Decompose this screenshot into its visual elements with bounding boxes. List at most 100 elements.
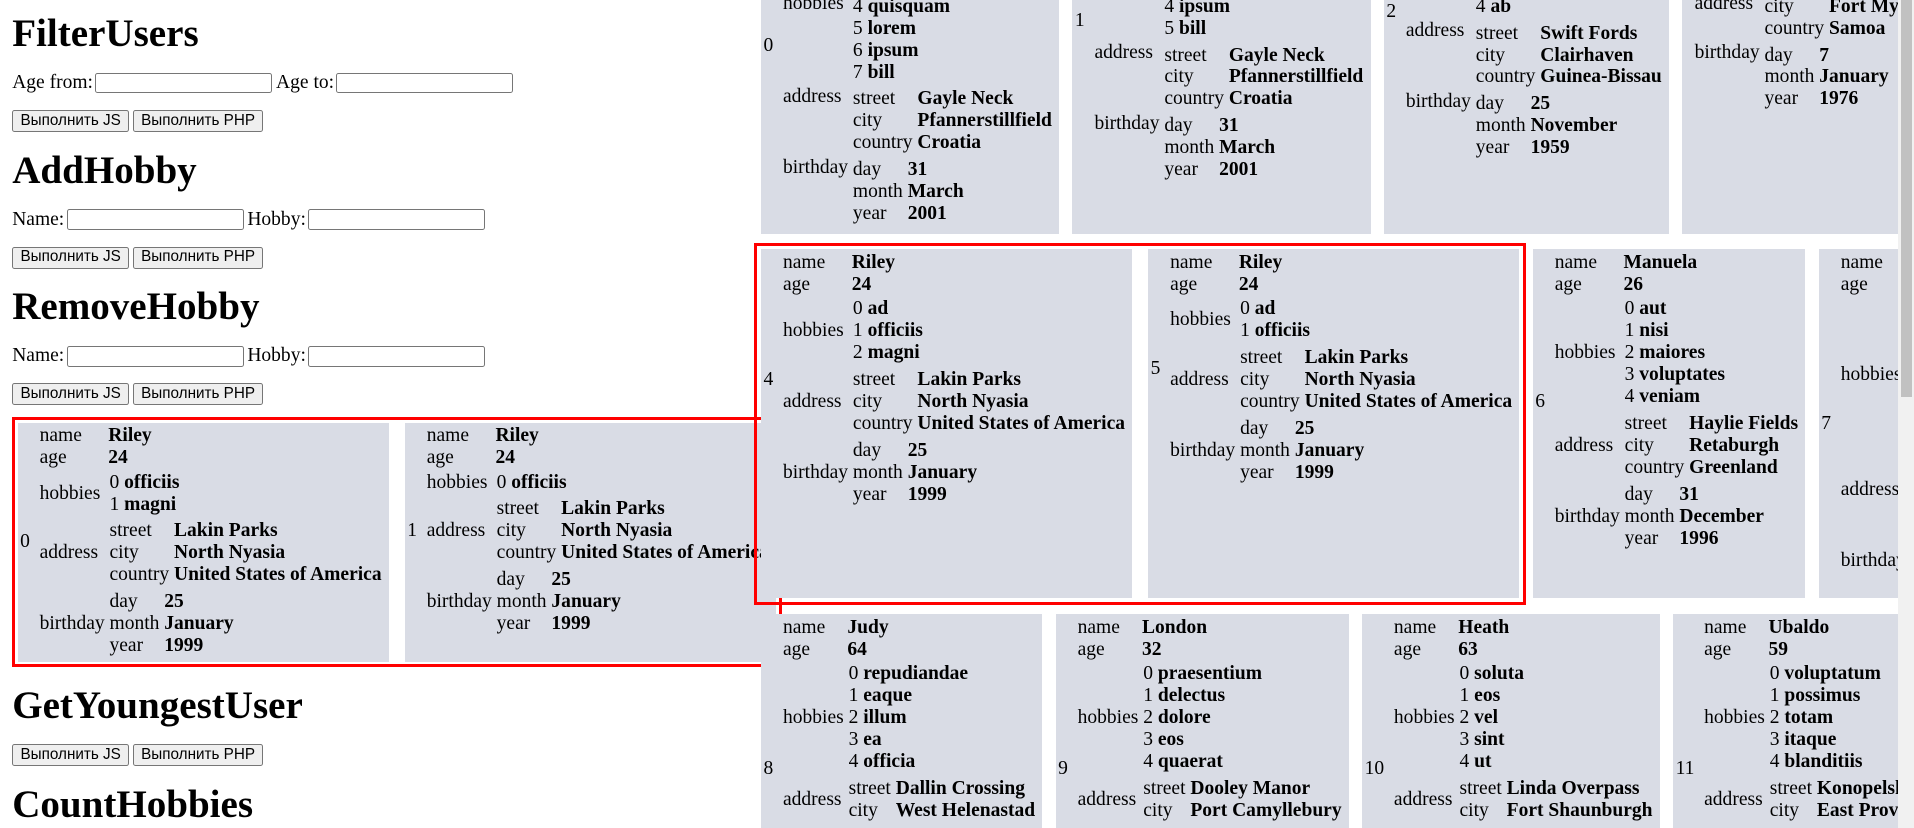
run-php-button[interactable]: Выполнить PHP [132,109,264,132]
field-row-hobbies: hobbies 0 officiis [426,469,772,496]
field-value: Heath [1457,617,1655,639]
item-key: city [848,799,878,821]
item-value: West Helenastad [895,799,1036,821]
item-key: city [109,542,139,564]
run-js-button[interactable]: Выполнить JS [12,383,130,406]
section-title-addhobby: AddHobby [12,148,197,192]
hobby-input[interactable] [308,209,486,231]
name-input[interactable] [66,209,244,231]
item-key: city [1143,799,1173,821]
nested-item: 0 soluta [1458,663,1525,685]
run-php-button[interactable]: Выполнить PHP [132,744,264,767]
user-index: 1 [1074,10,1085,32]
card-group: 10 name Heath age 63 hobbies 0 soluta 1 eos 2 vel 3 s… [1356,608,1667,828]
field-value-text: 24 [495,447,515,469]
user-table: 2 4 ab address street Swift Fords city Clairhav… [1385,0,1665,162]
item-value: veniam [1639,386,1701,408]
item-key: 2 [1459,706,1470,728]
item-value: sint [1474,728,1505,750]
item-value: bill [1179,17,1207,39]
nested-item: country United States of America [108,564,383,586]
field-value: day 25 month November year 1959 [1473,91,1664,162]
field-row-address: address street Swift Fords city Clairhaven co… [1405,20,1665,91]
field-row-age: age 24 [1169,274,1515,296]
user-index: 9 [1058,758,1068,780]
user-fields-table: hobbies 4 quisquam 5 lorem 6 ipsum 7 bill address… [782,0,1055,228]
section-title-filterusers: FilterUsers [12,11,199,55]
nested-item: country Croatia [1163,88,1364,110]
field-row-address: address street Dallin Crossing city West Hel… [782,775,1038,824]
item-value: 1999 [164,635,204,657]
nested-item: year 1959 [1475,137,1619,159]
item-key: 0 [1624,298,1635,320]
nested-item: city North Nyasia [108,542,383,564]
field-value: street Lakin Parks city North Nyasia country… [107,518,384,589]
name-input[interactable] [66,346,244,367]
item-value: 1999 [551,613,591,635]
nested-item: month March [1163,137,1276,159]
nested-item: 0 aut [1623,298,1726,320]
field-label: birthday [1094,112,1160,134]
item-key: city [1475,44,1506,66]
item-value: 31 [907,159,928,181]
item-value: Croatia [1228,88,1293,110]
item-key: city [852,391,883,413]
page-scrollbar[interactable] [1898,0,1914,828]
item-key: month [852,461,903,483]
item-value: ipsum [1179,0,1230,17]
field-value: 0 soluta 1 eos 2 vel 3 sint 4 ut [1457,661,1655,776]
user-card: 5 name Riley age 24 hobbies 0 ad 1 officiis addres… [1148,249,1520,599]
item-key: day [852,159,882,181]
item-value: North Nyasia [917,391,1029,413]
item-value: 1959 [1530,137,1570,159]
field-row-name: name Riley [782,252,1128,274]
user-row: 8 name Judy age 64 hobbies 0 repudiandae 1 eaque 2… [762,617,1038,824]
nested-item: month January [108,613,235,635]
item-value: aut [1639,298,1667,320]
field-row-hobbies: hobbies 0 repudiandae 1 eaque 2 illum 3 ea 4 offic… [782,661,1038,776]
user-row: 0 name Riley age 24 hobbies 0 officiis 1 magni add… [19,425,385,659]
scrollbar-thumb[interactable] [1900,0,1912,397]
item-value: officiis [511,471,567,493]
hobby-input[interactable] [308,346,486,367]
agefrom-input[interactable] [95,72,273,94]
run-php-button[interactable]: Выполнить PHP [132,383,264,406]
item-key: 2 [1143,706,1153,728]
item-key: year [1240,461,1274,483]
item-key: 5 [1164,17,1175,39]
field-value: streetKonopelski PlazacityEast Providenc… [1767,775,1900,824]
field-value: city Fort MyrlcountrySamoa [1762,0,1900,42]
card-group: 2 4 ab address street Swift Fords city Clairhav… [1377,0,1675,240]
ageto-input[interactable] [336,72,514,94]
item-value: Greenland [1689,456,1778,478]
item-value: Pfannerstillfield [917,110,1052,132]
run-js-button[interactable]: Выполнить JS [12,744,130,767]
field-value: 0 ad 1 officiis 2 magni [850,296,1127,367]
field-label: Age to: [276,72,335,94]
run-php-button[interactable]: Выполнить PHP [132,246,264,269]
user-row: 11 name Ubaldo age 59 hobbies 0 voluptatum 1 poss… [1674,617,1900,824]
highlighted-result-group: 4 name Riley age 24 hobbies 0 ad 1 officiis 2 magni… [754,242,1527,606]
nested-item: 3 ea [847,729,969,751]
item-key: country [1164,88,1224,110]
user-table: 9 name London age 32 hobbies 0 praesentium 1 dele… [1057,617,1345,824]
nested-item: city North Nyasia [1239,369,1514,391]
field-label: address [1694,0,1754,15]
nested-item: street Lakin Parks [852,369,1127,391]
nested-item: 1 magni [108,494,180,516]
user-fields: hobbies 4 quisquam 5 lorem 6 ipsum 7 bill address… [781,0,1056,228]
run-js-button[interactable]: Выполнить JS [12,246,130,269]
item-value: officiis [867,320,923,342]
nested-item: 2 totam [1769,707,1883,729]
field-label: hobbies [39,482,101,504]
card-row: 8 name Judy age 64 hobbies 0 repudiandae 1 eaque 2… [754,608,1900,828]
run-js-button[interactable]: Выполнить JS [12,109,130,132]
user-card: 2 4 ab address street Swift Fords city Clairhav… [1383,0,1670,234]
field-label [1093,0,1162,42]
nested-item: 1 eos [1458,685,1525,707]
nested-item: street Lakin Parks [1239,347,1514,369]
nested-item: 4 quaerat [1142,751,1263,773]
user-card: 7 nameVadaage43hobbies0impedit1facilis2re… [1818,249,1900,599]
hobbies-table: 0 ad 1 officiis [1239,298,1311,342]
field-row-continued: 4 ipsum 5 bill [1093,0,1366,42]
